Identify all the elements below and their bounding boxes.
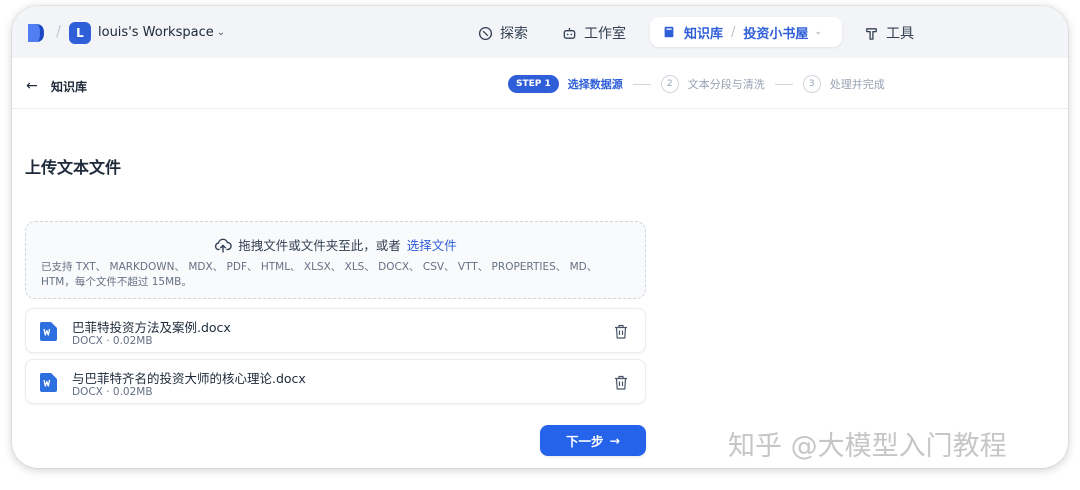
- file-dropzone[interactable]: 拖拽文件或文件夹至此，或者 选择文件 已支持 TXT、 MARKDOWN、 MD…: [25, 221, 646, 299]
- top-navigation: / L louis's Workspace ⌄ 探索 工作室 知识库 / 投资小…: [12, 6, 1068, 58]
- chevron-down-icon: ⌄: [814, 27, 822, 37]
- select-file-link[interactable]: 选择文件: [407, 235, 457, 254]
- trash-icon[interactable]: [614, 324, 628, 339]
- trash-icon[interactable]: [614, 375, 628, 390]
- next-step-button[interactable]: 下一步 →: [540, 425, 646, 456]
- word-file-icon: [40, 373, 57, 392]
- compass-icon: [478, 26, 493, 40]
- file-item: 巴菲特投资方法及案例.docx DOCX · 0.02MB: [25, 308, 646, 353]
- hammer-icon: [866, 27, 877, 40]
- nav-tools[interactable]: 工具: [864, 22, 914, 44]
- dropzone-prompt: 拖拽文件或文件夹至此，或者: [238, 238, 401, 253]
- app-window: / L louis's Workspace ⌄ 探索 工作室 知识库 / 投资小…: [12, 6, 1068, 468]
- step-1-badge: STEP 1: [508, 75, 559, 93]
- step-2-label: 文本分段与清洗: [687, 78, 765, 91]
- sub-header: ← 知识库 STEP 1 选择数据源 2 文本分段与清洗 3 处理并完成: [12, 58, 1068, 109]
- step-2-badge: 2: [660, 75, 679, 93]
- stepper: STEP 1 选择数据源 2 文本分段与清洗 3 处理并完成: [508, 74, 885, 94]
- step-connector: [774, 83, 793, 85]
- file-meta: DOCX · 0.02MB: [72, 386, 153, 398]
- word-file-icon: [40, 322, 57, 341]
- nav-explore[interactable]: 探索: [478, 22, 528, 44]
- file-name: 与巴菲特齐名的投资大师的核心理论.docx: [72, 371, 306, 386]
- workspace-name: louis's Workspace: [98, 25, 214, 40]
- nav-separator: /: [731, 24, 736, 40]
- nav-studio-label: 工作室: [584, 26, 626, 42]
- current-dataset[interactable]: 投资小书屋: [743, 23, 808, 42]
- cloud-upload-icon: [215, 238, 232, 253]
- dropzone-hint: 已支持 TXT、 MARKDOWN、 MDX、 PDF、 HTML、 XLSX、…: [41, 261, 598, 288]
- nav-knowledge-active[interactable]: 知识库 / 投资小书屋 ⌄: [650, 17, 842, 47]
- app-logo-icon[interactable]: [26, 22, 46, 44]
- workspace-avatar[interactable]: L: [69, 22, 91, 44]
- step-connector: [632, 83, 651, 85]
- workspace-switcher[interactable]: louis's Workspace ⌄: [98, 25, 225, 40]
- step-3-label: 处理并完成: [829, 78, 885, 91]
- chevron-down-icon: ⌄: [216, 27, 226, 38]
- robot-icon: [563, 27, 576, 39]
- next-step-label: 下一步: [566, 434, 604, 449]
- file-meta: DOCX · 0.02MB: [72, 335, 153, 347]
- book-icon: [664, 26, 674, 38]
- arrow-right-icon: →: [609, 433, 620, 448]
- dropzone-prompt-row: 拖拽文件或文件夹至此，或者 选择文件: [26, 235, 645, 254]
- page-title: 上传文本文件: [25, 158, 122, 177]
- step-3-badge: 3: [802, 75, 821, 93]
- nav-explore-label: 探索: [500, 26, 528, 42]
- watermark: 知乎 @大模型入门教程: [728, 431, 1007, 462]
- page-breadcrumb-title[interactable]: 知识库: [51, 78, 87, 95]
- back-arrow-icon[interactable]: ←: [26, 78, 38, 94]
- nav-tools-label: 工具: [886, 26, 914, 42]
- step-1-label: 选择数据源: [567, 78, 623, 91]
- breadcrumb-separator: /: [56, 22, 62, 40]
- nav-studio[interactable]: 工作室: [562, 22, 626, 44]
- nav-knowledge-label: 知识库: [684, 26, 724, 42]
- file-name: 巴菲特投资方法及案例.docx: [72, 320, 231, 335]
- file-item: 与巴菲特齐名的投资大师的核心理论.docx DOCX · 0.02MB: [25, 359, 646, 404]
